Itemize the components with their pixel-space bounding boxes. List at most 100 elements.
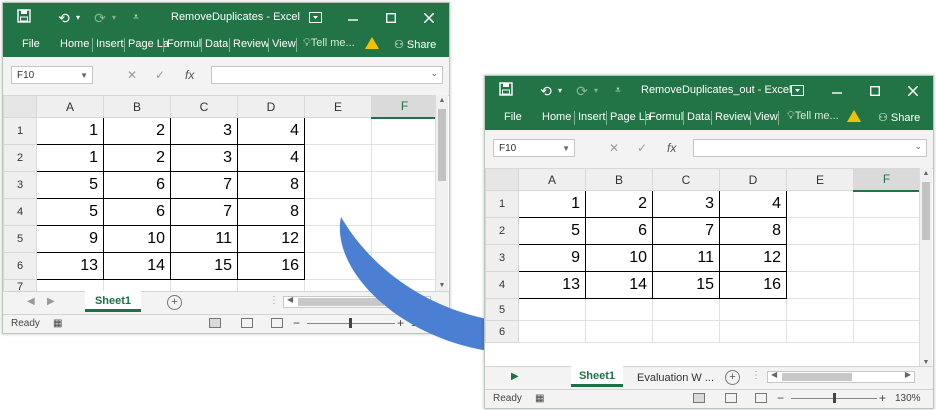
- cell[interactable]: 7: [652, 217, 720, 245]
- page-layout-view-icon[interactable]: [725, 393, 737, 403]
- insert-function-icon[interactable]: fx: [667, 139, 676, 157]
- close-icon[interactable]: [905, 81, 921, 101]
- cell[interactable]: [786, 298, 854, 321]
- formula-buttons: ✕ ✓ fx: [601, 139, 691, 157]
- row-header[interactable]: 1: [485, 190, 519, 218]
- select-all-corner[interactable]: [485, 168, 519, 191]
- scroll-thumb[interactable]: [782, 373, 852, 381]
- cell[interactable]: [518, 298, 586, 321]
- column-header-b[interactable]: B: [585, 168, 653, 191]
- column-header-d[interactable]: D: [719, 168, 787, 191]
- cell[interactable]: [719, 298, 787, 321]
- tab-split-handle-icon[interactable]: ⋮: [751, 370, 761, 381]
- cell[interactable]: [786, 190, 854, 218]
- cell[interactable]: [853, 298, 920, 321]
- warning-icon[interactable]: [847, 110, 861, 122]
- cell[interactable]: 14: [585, 271, 653, 299]
- scroll-right-icon[interactable]: ▶: [905, 370, 911, 379]
- tab-review[interactable]: Review: [715, 111, 751, 123]
- status-text: Ready: [493, 393, 522, 404]
- row-header[interactable]: 5: [485, 298, 519, 321]
- save-icon[interactable]: [497, 81, 515, 101]
- row-header[interactable]: 4: [485, 271, 519, 299]
- enter-icon[interactable]: ✓: [637, 139, 647, 157]
- ribbon-divider: [750, 111, 751, 125]
- horizontal-scrollbar[interactable]: ◀ ▶: [767, 370, 915, 383]
- formula-input[interactable]: ⌄: [693, 139, 927, 157]
- tab-home[interactable]: Home: [542, 111, 571, 123]
- tell-me-box[interactable]: 💡︎Tell me...: [787, 110, 839, 123]
- tab-view[interactable]: View: [754, 111, 778, 123]
- undo-dropdown-icon[interactable]: ▾: [555, 81, 565, 101]
- row-header[interactable]: 3: [485, 244, 519, 272]
- person-icon: ⚇: [878, 112, 891, 124]
- scroll-thumb[interactable]: [922, 182, 930, 240]
- cell[interactable]: [786, 271, 854, 299]
- column-header-f[interactable]: F: [853, 168, 920, 192]
- cell[interactable]: 10: [585, 244, 653, 272]
- sheet-tab-evaluation[interactable]: Evaluation W ...: [637, 369, 714, 387]
- cell[interactable]: 12: [719, 244, 787, 272]
- cell[interactable]: [786, 244, 854, 272]
- cell[interactable]: [585, 298, 653, 321]
- cell[interactable]: 2: [585, 190, 653, 218]
- row-header[interactable]: 6: [485, 320, 519, 343]
- cell[interactable]: [786, 320, 854, 343]
- undo-icon[interactable]: ⟲: [537, 81, 555, 101]
- name-box[interactable]: F10 ▼: [493, 139, 575, 157]
- zoom-in-icon[interactable]: +: [879, 391, 886, 405]
- tab-data[interactable]: Data: [687, 111, 710, 123]
- minimize-icon[interactable]: [829, 81, 845, 101]
- cell[interactable]: [853, 271, 920, 299]
- macro-recording-icon[interactable]: ▦: [535, 393, 544, 404]
- zoom-slider-handle[interactable]: [833, 393, 836, 403]
- cell[interactable]: [585, 320, 653, 343]
- cell[interactable]: [652, 298, 720, 321]
- cell[interactable]: 1: [518, 190, 586, 218]
- customize-toolbar-icon[interactable]: ⩡: [611, 81, 625, 101]
- cell[interactable]: 5: [518, 217, 586, 245]
- add-sheet-icon[interactable]: +: [725, 370, 740, 385]
- sheet-tab-sheet1[interactable]: Sheet1: [571, 366, 623, 387]
- vertical-scrollbar[interactable]: ▲ ▼: [919, 168, 932, 368]
- tab-insert[interactable]: Insert: [578, 111, 606, 123]
- column-header-a[interactable]: A: [518, 168, 586, 191]
- zoom-level[interactable]: 130%: [895, 393, 921, 404]
- cell[interactable]: 13: [518, 271, 586, 299]
- cell[interactable]: [786, 217, 854, 245]
- cell[interactable]: 15: [652, 271, 720, 299]
- row-header[interactable]: 2: [485, 217, 519, 245]
- cell[interactable]: 4: [719, 190, 787, 218]
- scroll-up-icon[interactable]: ▲: [920, 170, 932, 177]
- scroll-down-icon[interactable]: ▼: [920, 359, 932, 366]
- cell[interactable]: [853, 244, 920, 272]
- cell[interactable]: 6: [585, 217, 653, 245]
- cell[interactable]: [719, 320, 787, 343]
- cell[interactable]: [853, 217, 920, 245]
- normal-view-icon[interactable]: [693, 393, 705, 403]
- share-button[interactable]: ⚇ Share: [873, 109, 925, 127]
- tab-file[interactable]: File: [504, 111, 522, 123]
- chevron-down-icon: ⌄: [914, 141, 922, 151]
- cell[interactable]: [518, 320, 586, 343]
- cell[interactable]: 8: [719, 217, 787, 245]
- zoom-out-icon[interactable]: −: [777, 391, 784, 405]
- column-header-e[interactable]: E: [786, 168, 854, 191]
- maximize-icon[interactable]: [867, 81, 883, 101]
- ribbon-display-icon[interactable]: [789, 81, 805, 101]
- sheet-next-icon[interactable]: ▶: [511, 371, 519, 382]
- page-break-view-icon[interactable]: [755, 393, 767, 403]
- cancel-icon[interactable]: ✕: [609, 139, 619, 157]
- cell[interactable]: 11: [652, 244, 720, 272]
- column-header-c[interactable]: C: [652, 168, 720, 191]
- cell[interactable]: [652, 320, 720, 343]
- ribbon-divider: [711, 111, 712, 125]
- cell[interactable]: [853, 190, 920, 218]
- cell[interactable]: [853, 320, 920, 343]
- tab-formulas[interactable]: Formul: [649, 111, 683, 123]
- cell[interactable]: 9: [518, 244, 586, 272]
- cell[interactable]: 16: [719, 271, 787, 299]
- sheet-tab-bar: ▶ Sheet1 Evaluation W ... + ⋮ ◀ ▶: [485, 366, 933, 389]
- cell[interactable]: 3: [652, 190, 720, 218]
- scroll-left-icon[interactable]: ◀: [771, 370, 777, 379]
